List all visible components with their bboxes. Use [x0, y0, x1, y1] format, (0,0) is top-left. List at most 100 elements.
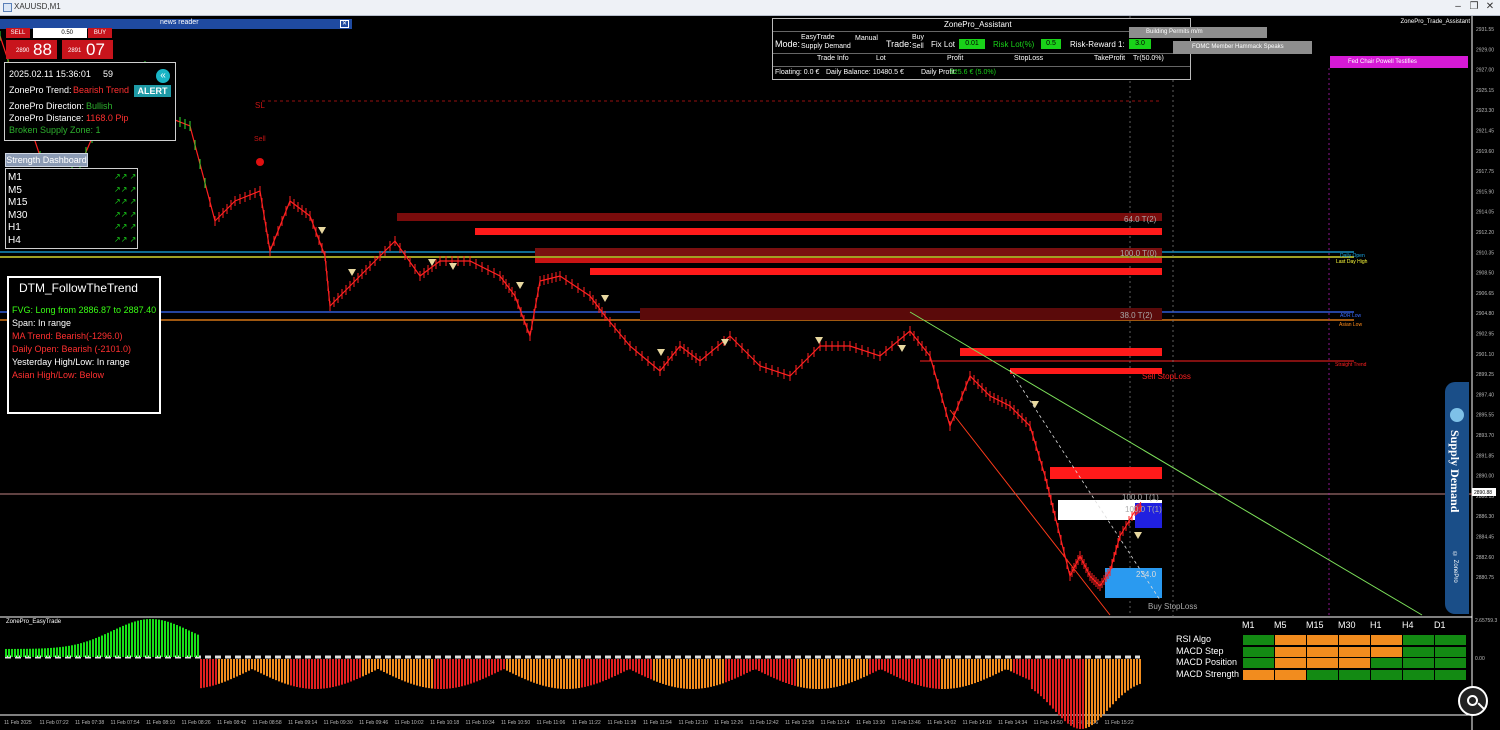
time-tick-label: 11 Feb 11:22 — [572, 720, 601, 726]
trade-label: Trade: — [886, 39, 912, 49]
histogram-bar — [341, 659, 343, 685]
daily-balance: Daily Balance: 10480.5 € — [826, 69, 904, 76]
restore-icon[interactable]: ❐ — [1466, 1, 1482, 14]
price-tick-label: 2890.00 — [1476, 474, 1494, 480]
sell-price-button[interactable]: 2890 88 — [6, 40, 57, 59]
histogram-bar — [293, 659, 295, 687]
mode-value-1[interactable]: EasyTrade — [801, 34, 835, 41]
histogram-bar — [383, 659, 385, 672]
histogram-bar — [545, 659, 547, 687]
risk-lot-input[interactable]: 0.5 — [1041, 39, 1061, 49]
histogram-bar — [914, 659, 916, 685]
signal-arrow-icon — [1134, 532, 1142, 539]
histogram-bar — [506, 659, 508, 671]
time-tick-label: 11 Feb 12:10 — [679, 720, 708, 726]
histogram-bar — [368, 659, 370, 674]
histogram-bar — [995, 659, 997, 675]
strength-arrow-icon: ↗↗ ↗ — [114, 197, 137, 206]
histogram-bar — [107, 632, 109, 657]
rr-input[interactable]: 3.0 — [1129, 39, 1151, 49]
histogram-bar — [656, 659, 658, 682]
close-icon[interactable]: ✕ — [1482, 1, 1498, 14]
time-tick-label: 11 Feb 11:06 — [537, 720, 566, 726]
histogram-bar — [224, 659, 226, 682]
histogram-bar — [878, 659, 880, 670]
trade-buy[interactable]: Buy — [912, 34, 924, 41]
histogram-bar — [1019, 659, 1021, 676]
histogram-bar — [386, 659, 388, 674]
histogram-bar — [617, 659, 619, 675]
brand-logo-icon — [1450, 408, 1464, 422]
histogram-bar — [1034, 659, 1036, 692]
chart-label: 64.0 T(2) — [1124, 215, 1157, 224]
chart-label: 234.0 — [1136, 570, 1157, 579]
news-close-icon[interactable]: ✕ — [340, 20, 349, 28]
buy-button[interactable]: BUY — [88, 28, 112, 38]
histogram-bar — [1115, 659, 1117, 702]
trade-sell[interactable]: Sell — [912, 43, 924, 50]
histogram-bar — [347, 659, 349, 683]
direction-label: ZonePro Direction: — [9, 101, 85, 111]
histogram-bar — [389, 659, 391, 675]
strength-dashboard-button[interactable]: Strength Dashboard — [5, 153, 88, 167]
histogram-bar — [407, 659, 409, 683]
histogram-bar — [149, 619, 151, 657]
histogram-bar — [989, 659, 991, 677]
zone-rect — [535, 248, 1162, 256]
matrix-cell — [1275, 646, 1306, 657]
histogram-bar — [470, 659, 472, 684]
matrix-cell — [1435, 658, 1466, 668]
histogram-bar — [563, 659, 565, 689]
collapse-icon[interactable]: « — [156, 69, 170, 83]
fix-lot-input[interactable]: 0.01 — [959, 39, 985, 49]
histogram-bar — [140, 619, 142, 657]
current-price-label: 2890.88 — [1474, 490, 1492, 496]
matrix-cell — [1339, 635, 1370, 645]
dtm-line: Asian High/Low: Below — [12, 370, 105, 380]
histogram-bar — [26, 648, 28, 657]
histogram-bar — [965, 659, 967, 686]
histogram-bar — [314, 659, 316, 689]
zone-rect — [475, 228, 1162, 235]
news-item[interactable]: Fed Chair Powell Testifies — [1330, 56, 1468, 68]
minimize-icon[interactable]: – — [1450, 1, 1466, 14]
histogram-bar — [416, 659, 418, 686]
histogram-bar — [665, 659, 667, 685]
news-item[interactable]: FOMC Member Hammack Speaks — [1173, 41, 1312, 54]
histogram-bar — [461, 659, 463, 687]
lot-input[interactable]: 0.50 — [33, 28, 87, 38]
manual-toggle[interactable]: Manual — [855, 35, 878, 42]
histogram-bar — [155, 619, 157, 657]
buy-price-button[interactable]: 2891 07 — [62, 40, 113, 59]
histogram-bar — [365, 659, 367, 675]
zoom-icon[interactable] — [1458, 686, 1488, 716]
matrix-cell — [1371, 646, 1402, 657]
strength-tf-label: H4 — [8, 234, 21, 246]
histogram-bar — [104, 634, 106, 657]
histogram-bar — [500, 659, 502, 671]
mode-value-2[interactable]: Supply Demand — [801, 43, 851, 50]
distance-label: ZonePro Distance: — [9, 113, 84, 123]
histogram-bar — [1055, 659, 1057, 712]
histogram-bar — [284, 659, 286, 684]
histogram-bar — [884, 659, 886, 672]
histogram-bar — [764, 659, 766, 674]
sell-button[interactable]: SELL — [6, 28, 30, 38]
histogram-bar — [872, 659, 874, 673]
alert-button[interactable]: ALERT — [134, 85, 171, 97]
title-bar: XAUUSD,M1 – ❐ ✕ — [0, 0, 1500, 16]
matrix-tf-header: H4 — [1402, 620, 1414, 630]
histogram-bar — [485, 659, 487, 678]
histogram-bar — [494, 659, 496, 674]
price-tick-label: 2919.60 — [1476, 149, 1494, 155]
histogram-bar — [191, 631, 193, 657]
histogram-bar — [254, 659, 256, 671]
histogram-bar — [239, 659, 241, 676]
histogram-bar — [1133, 659, 1135, 687]
histogram-bar — [503, 659, 505, 670]
time-tick-label: 11 Feb 14:18 — [963, 720, 992, 726]
histogram-bar — [488, 659, 490, 677]
news-item[interactable]: Building Permits m/m — [1129, 27, 1267, 38]
histogram-bar — [482, 659, 484, 679]
price-tick-label: 2915.90 — [1476, 189, 1494, 195]
